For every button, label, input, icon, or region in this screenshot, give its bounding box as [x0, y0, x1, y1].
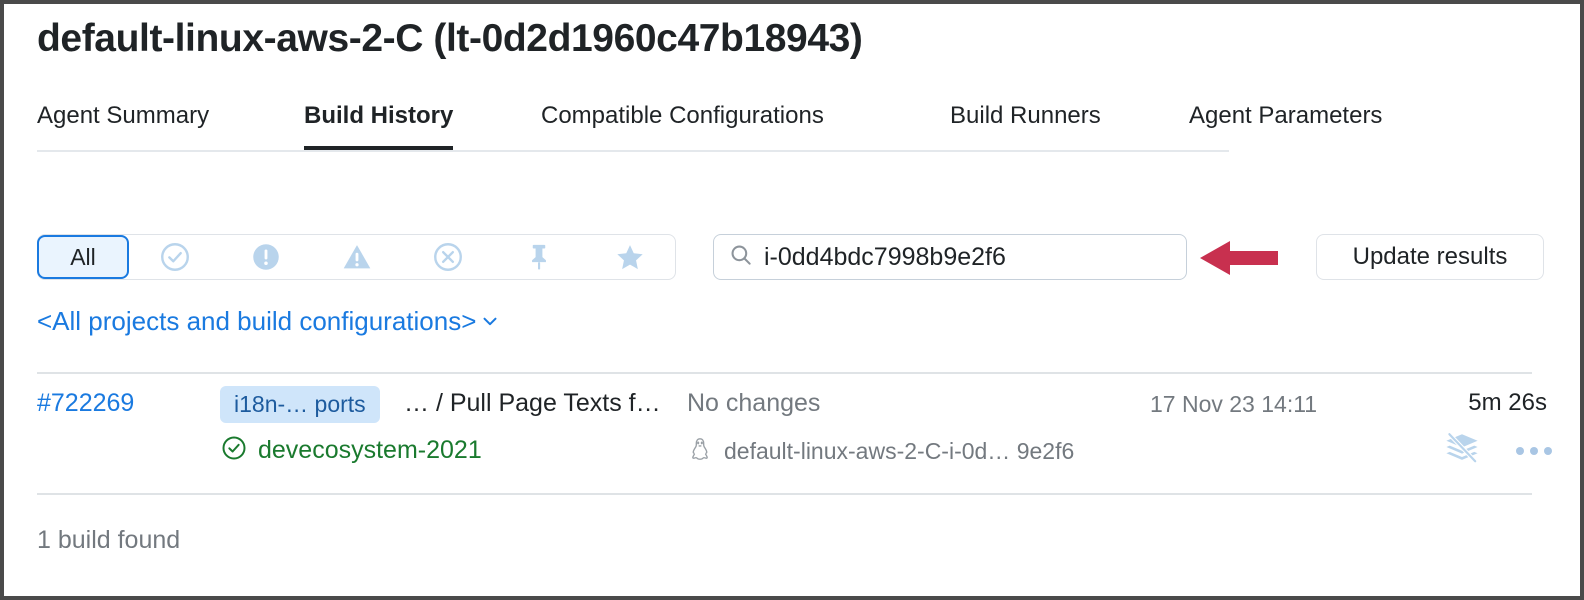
dot: [1544, 446, 1552, 455]
tab-agent-summary[interactable]: Agent Summary: [37, 102, 209, 150]
star-icon: [613, 240, 647, 274]
exclamation-circle-icon: [249, 240, 283, 274]
build-agent: default-linux-aws-2-C-i-0d… 9e2f6: [687, 436, 1074, 467]
page-title: default-linux-aws-2-C (lt-0d2d1960c47b18…: [37, 17, 863, 60]
search-input-value: i-0dd4bdc7998b9e2f6: [764, 242, 1006, 271]
filter-failed-button[interactable]: [220, 235, 311, 279]
screenshot-frame: default-linux-aws-2-C (lt-0d2d1960c47b18…: [0, 0, 1584, 600]
filter-canceled-button[interactable]: [402, 235, 493, 279]
pin-icon: [522, 240, 556, 274]
dot: [1516, 446, 1524, 455]
status-filter-bar: All: [37, 234, 676, 280]
build-row-actions: [1444, 432, 1554, 469]
tab-compatible-configurations[interactable]: Compatible Configurations: [541, 102, 824, 150]
no-artifacts-icon[interactable]: [1444, 432, 1480, 469]
chevron-down-icon: [479, 308, 501, 339]
build-branch-label: … / Pull Page Texts f…: [404, 389, 661, 417]
build-agent-label: default-linux-aws-2-C-i-0d… 9e2f6: [724, 438, 1075, 464]
filter-successful-button[interactable]: [129, 235, 220, 279]
more-actions-icon[interactable]: [1514, 439, 1554, 463]
check-circle-icon: [158, 240, 192, 274]
dot: [1530, 446, 1538, 455]
build-list-divider-bottom: [37, 493, 1532, 495]
build-date-label: 17 Nov 23 14:11: [1150, 391, 1318, 417]
filter-warnings-button[interactable]: [311, 235, 402, 279]
search-input[interactable]: i-0dd4bdc7998b9e2f6: [713, 234, 1187, 280]
linux-penguin-icon: [687, 436, 713, 467]
tab-build-runners[interactable]: Build Runners: [950, 102, 1101, 150]
filter-pinned-button[interactable]: [493, 235, 584, 279]
tab-build-history[interactable]: Build History: [304, 102, 454, 150]
project-selector[interactable]: <All projects and build configurations>: [37, 304, 501, 339]
tab-agent-parameters[interactable]: Agent Parameters: [1189, 102, 1382, 150]
cancel-circle-icon: [431, 240, 465, 274]
project-selector-label: <All projects and build configurations>: [37, 306, 477, 336]
build-status: devecosystem-2021: [220, 434, 482, 467]
build-tag-chip[interactable]: i18n-… ports: [220, 386, 380, 423]
build-list-divider-top: [37, 372, 1532, 374]
update-results-button[interactable]: Update results: [1316, 234, 1544, 280]
filter-tagged-button[interactable]: [584, 235, 675, 279]
filter-all-button[interactable]: All: [37, 235, 129, 279]
build-changes-label: No changes: [687, 389, 821, 417]
build-configuration-link[interactable]: devecosystem-2021: [258, 436, 482, 465]
builds-found-label: 1 build found: [37, 526, 181, 554]
table-row: #722269 i18n-… ports … / Pull Page Texts…: [4, 384, 1580, 489]
build-history-page: default-linux-aws-2-C (lt-0d2d1960c47b18…: [4, 4, 1580, 596]
build-number-link[interactable]: #722269: [37, 389, 134, 418]
search-icon: [728, 242, 754, 273]
annotation-arrow-icon: [1200, 238, 1278, 278]
warning-triangle-icon: [340, 240, 374, 274]
tab-bar: Agent Summary Build History Compatible C…: [37, 102, 1382, 152]
check-circle-icon: [220, 434, 248, 467]
build-duration-label: 5m 26s: [1468, 389, 1547, 416]
